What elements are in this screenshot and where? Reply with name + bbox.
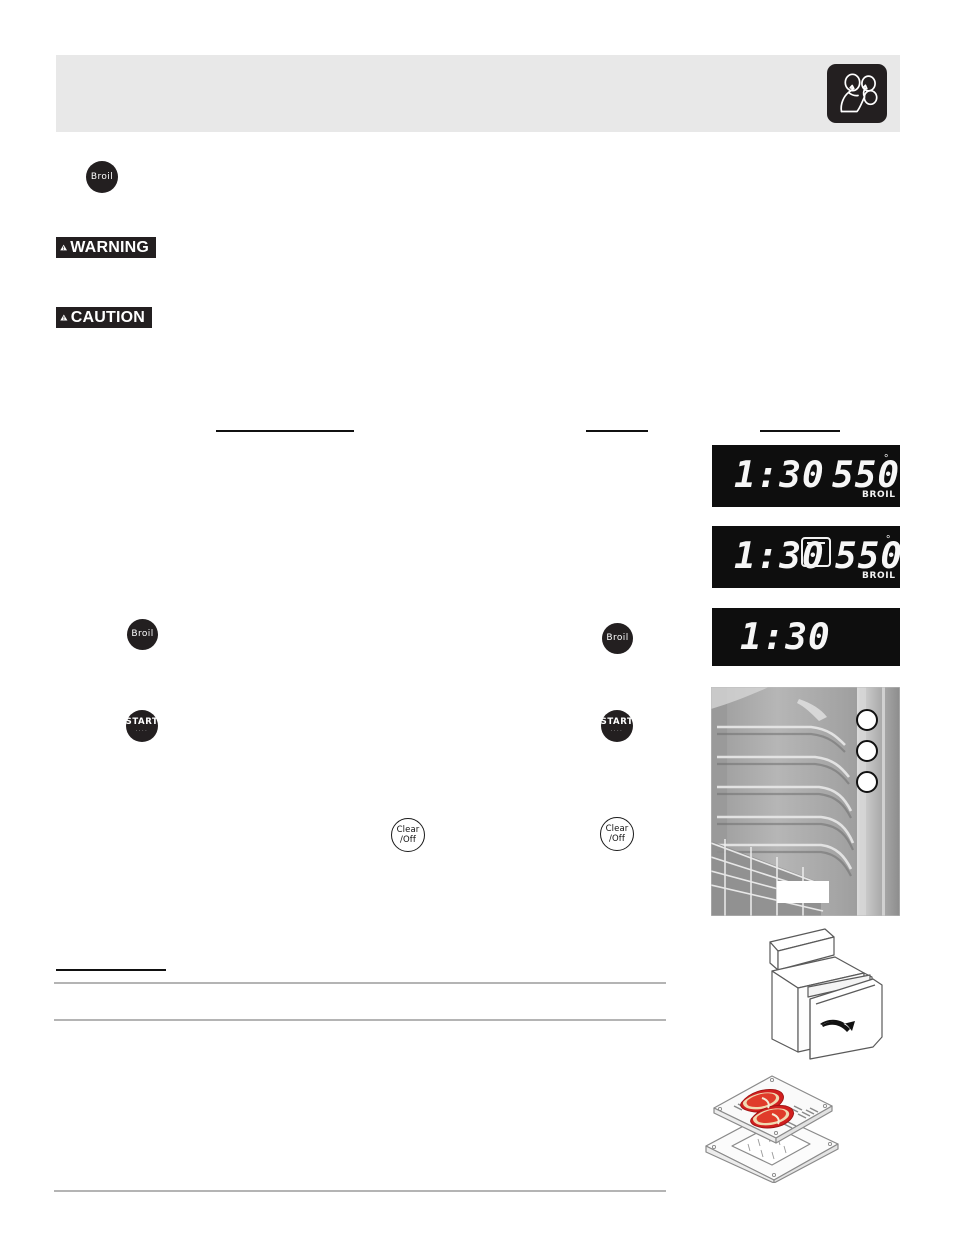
broil-table-heading-rule: [56, 969, 166, 971]
clear-off-label-line2: /Off: [400, 834, 416, 845]
section-header-band: [56, 55, 900, 132]
step-clear-off-button-left[interactable]: Clear /Off: [391, 818, 425, 852]
display-mode-label: BROIL: [862, 571, 896, 581]
broil-button-label: Broil: [90, 171, 114, 182]
warning-label: WARNING: [70, 238, 149, 256]
rack-position-marker-3: [856, 771, 878, 793]
rack-position-marker-2: [856, 740, 878, 762]
oven-element-bar: [807, 542, 825, 544]
oven-rack-positions-photo: [711, 687, 900, 916]
document-page: Broil WARNING CAUTION Broil START ···· C…: [0, 0, 954, 1235]
step-broil-button-left[interactable]: Broil: [127, 619, 158, 650]
display-degree-symbol: °: [884, 453, 889, 465]
displays-heading-rule: [760, 430, 840, 432]
display-broil-preheating: 1:30 550 ° BROIL: [712, 526, 900, 588]
start-button-label: START: [600, 717, 634, 728]
broil-flame-icon: [827, 64, 887, 123]
warning-triangle-icon: [60, 244, 68, 251]
range-broiler-drawer-illustration: [742, 925, 897, 1060]
right-column-heading-rule: [586, 430, 648, 432]
rack-position-marker-1: [856, 709, 878, 731]
clear-off-label-line1: Clear: [396, 825, 420, 835]
broil-table-top-rule: [54, 982, 666, 984]
broil-button-label: Broil: [131, 629, 154, 639]
clear-off-label-line2: /Off: [609, 833, 625, 844]
step-start-button-left[interactable]: START ····: [126, 710, 158, 742]
oven-preheat-icon: [801, 537, 831, 567]
broil-button-intro[interactable]: Broil: [86, 161, 118, 193]
step-clear-off-button-right[interactable]: Clear /Off: [600, 817, 634, 851]
broiler-pan-and-insert-illustration: [698, 1068, 903, 1184]
caution-triangle-icon: [60, 314, 68, 321]
caution-badge: CAUTION: [56, 307, 152, 328]
display-degree-symbol: °: [886, 534, 891, 546]
display-timer-only: 1:30: [712, 608, 900, 666]
display-mode-label: BROIL: [862, 490, 896, 500]
warning-badge: WARNING: [56, 237, 156, 258]
step-start-button-right[interactable]: START ····: [601, 710, 633, 742]
start-button-label: START: [125, 717, 159, 728]
display-time: 1:30: [734, 455, 825, 496]
display-broil-set: 1:30 550 ° BROIL: [712, 445, 900, 507]
left-column-heading-rule: [216, 430, 354, 432]
start-button-dots: ····: [135, 727, 149, 734]
start-button-dots: ····: [610, 727, 624, 734]
broil-table-header-rule: [54, 1019, 666, 1021]
display-time: 1:30: [740, 617, 831, 658]
clear-off-label-line1: Clear: [605, 824, 629, 834]
step-broil-button-right[interactable]: Broil: [602, 623, 633, 654]
broil-table-bottom-rule: [54, 1190, 666, 1192]
broil-button-label: Broil: [606, 633, 629, 643]
caution-label: CAUTION: [70, 308, 145, 326]
